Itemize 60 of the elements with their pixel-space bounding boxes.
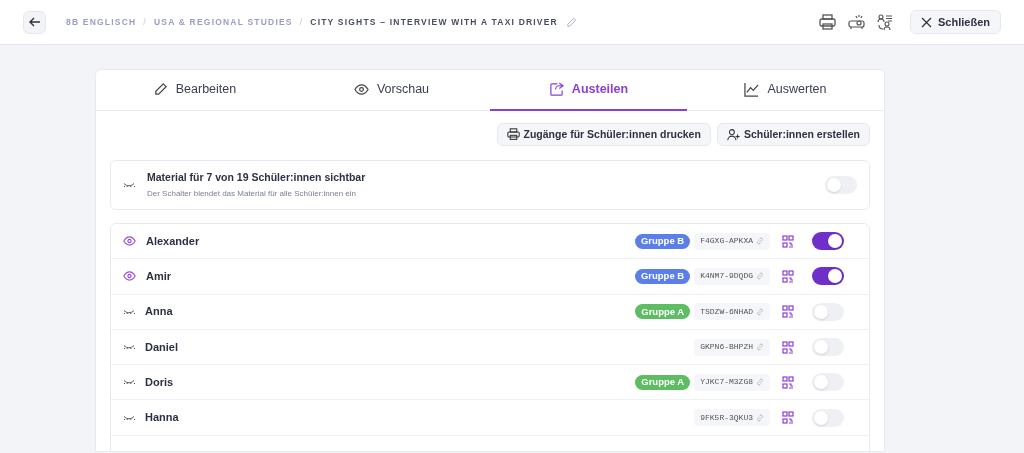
group-tag: Gruppe B [634, 233, 691, 249]
group-tag: Gruppe A [635, 304, 691, 320]
link-icon [756, 307, 764, 316]
access-code[interactable]: F4GXG-APKXA [694, 232, 770, 250]
action-button[interactable]: Schüler:innen erstellen [716, 123, 870, 146]
student-name: Daniel [145, 339, 178, 355]
qr-code-icon[interactable] [782, 375, 794, 389]
visibility-title: Material für 7 von 19 Schüler:innen sichtbar [147, 170, 366, 186]
link-icon [756, 272, 764, 281]
add-user-icon [726, 128, 740, 141]
users-list-icon[interactable] [877, 13, 895, 31]
printer-icon[interactable] [819, 14, 837, 30]
toggle-switch[interactable] [825, 176, 857, 194]
toggle-switch[interactable] [812, 232, 844, 251]
link-icon [756, 237, 764, 246]
visibility-hint: Der Schalter blendet das Material für alle Schüler:innen ein [147, 187, 357, 200]
tab[interactable]: Austeilen [490, 70, 687, 111]
link-icon [756, 343, 764, 352]
action-button[interactable]: Zugänge für Schüler:innen drucken [496, 123, 711, 146]
access-code[interactable]: YJKC7-M3ZG8 [694, 373, 770, 391]
student-name: Anna [145, 304, 173, 320]
group-tag: Gruppe A [635, 374, 691, 390]
student-name: Doris [145, 375, 174, 391]
tab[interactable]: Vorschau [293, 70, 490, 111]
closed-eye-icon [123, 182, 135, 188]
student-name: Alexander [146, 233, 200, 249]
breadcrumb-separator: / [143, 15, 147, 29]
toggle-switch[interactable] [812, 373, 844, 392]
qr-code-icon[interactable] [782, 305, 794, 319]
toggle-switch[interactable] [812, 302, 844, 321]
qr-code-icon[interactable] [782, 234, 794, 248]
line-chart-icon [744, 82, 760, 97]
qr-code-icon[interactable] [782, 411, 794, 425]
access-code[interactable]: 9FK5R-3QKU3 [694, 409, 770, 427]
close-icon [921, 16, 933, 28]
access-code[interactable]: TSDZW-6NHAD [694, 303, 770, 321]
toggle-switch[interactable] [812, 408, 844, 427]
back-arrow-icon [28, 16, 41, 28]
student-name: Amir [146, 269, 172, 285]
access-code[interactable]: GKPN6-BHPZH [694, 338, 770, 356]
back-button[interactable] [23, 10, 46, 34]
breadcrumb-separator: / [299, 15, 304, 29]
toggle-switch[interactable] [812, 338, 844, 357]
group-tag: Gruppe B [634, 268, 691, 284]
tab[interactable]: Auswerten [687, 70, 884, 111]
access-code[interactable]: K4NM7-9DQDG [694, 267, 770, 285]
pencil-icon [152, 82, 168, 97]
toggle-switch[interactable] [812, 267, 844, 286]
tab[interactable]: Bearbeiten [96, 70, 293, 111]
qr-code-icon[interactable] [782, 269, 794, 283]
share-icon [548, 82, 564, 97]
breadcrumb-link[interactable]: CITY SIGHTS – INTERVIEW WITH A TAXI DRIVER [310, 15, 558, 29]
student-name: Hanna [145, 410, 179, 426]
printer-icon [506, 128, 520, 141]
close-button[interactable]: Schließen [910, 10, 1001, 34]
link-icon [756, 378, 764, 387]
projector-icon[interactable] [848, 14, 866, 30]
eye-icon [353, 82, 369, 97]
link-icon [756, 413, 764, 422]
qr-code-icon[interactable] [782, 340, 794, 354]
